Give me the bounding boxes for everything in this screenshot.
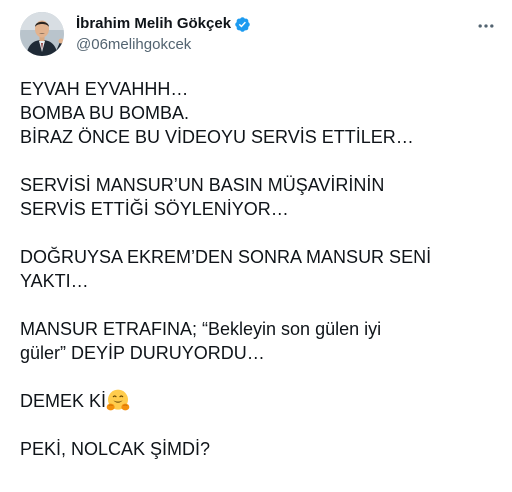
tweet-line-with-emoji: DEMEK Kİ — [20, 389, 500, 413]
author-handle[interactable]: @06melihgokcek — [76, 35, 251, 55]
author-block: İbrahim Melih Gökçek @06melihgokcek — [76, 14, 251, 55]
tweet-card: İbrahim Melih Gökçek @06melihgokcek EYVA… — [0, 0, 512, 492]
tweet-line: PEKİ, NOLCAK ŞİMDİ? — [20, 439, 211, 459]
tweet-line: YAKTI… — [20, 271, 89, 291]
tweet-line: MANSUR ETRAFINA; “Bekleyin son gülen iyi — [20, 319, 382, 339]
hugging-face-emoji-icon — [106, 389, 130, 413]
tweet-line: BİRAZ ÖNCE BU VİDEOYU SERVİS ETTİLER… — [20, 127, 414, 147]
tweet-text: EYVAH EYVAHHH… BOMBA BU BOMBA. BİRAZ ÖNC… — [20, 77, 500, 461]
tweet-line: SERVİS ETTİĞİ SÖYLENİYOR… — [20, 199, 289, 219]
tweet-line: DOĞRUYSA EKREM’DEN SONRA MANSUR SENİ — [20, 247, 432, 267]
avatar[interactable] — [20, 12, 64, 56]
verified-badge-icon — [234, 16, 251, 33]
tweet-line: SERVİSİ MANSUR’UN BASIN MÜŞAVİRİNİN — [20, 175, 385, 195]
tweet-line: BOMBA BU BOMBA. — [20, 103, 190, 123]
name-row: İbrahim Melih Gökçek — [76, 14, 251, 34]
tweet-line: güler” DEYİP DURUYORDU… — [20, 343, 265, 363]
author-display-name[interactable]: İbrahim Melih Gökçek — [76, 14, 231, 34]
profile-photo-icon — [20, 12, 64, 56]
tweet-line: EYVAH EYVAHHH… — [20, 79, 189, 99]
more-options-icon[interactable] — [474, 14, 498, 38]
tweet-line-text: DEMEK Kİ — [20, 391, 107, 411]
